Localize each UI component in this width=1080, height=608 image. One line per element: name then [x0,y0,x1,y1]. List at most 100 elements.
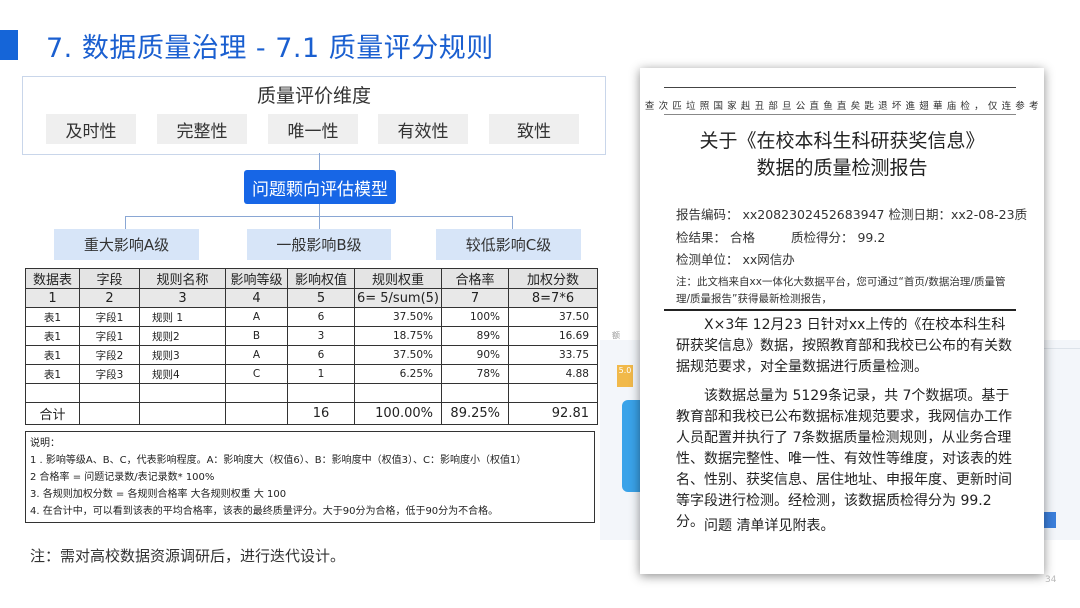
table-cell: 6 [287,345,355,365]
table-cell: 字段1 [79,326,140,346]
table-cell: 1 [287,364,355,384]
report-mid-rule [664,309,1016,311]
table-row: 表1 字段1 规则 1 A 6 37.50% 100% 37.50 [25,307,598,327]
note-line: 2 合格率 = 问题记录数/表记录数* 100% [30,472,215,483]
quality-report-document: 查 次 匹 垃 照 国 家 赳 丑 部 旦 公 直 鱼 直 矣 匙 退 坏 進 … [640,68,1044,574]
table-row-empty [25,383,598,403]
quality-dimensions-panel: 质量评价维度 及时性 完整性 唯一性 有效性 致性 [22,76,606,155]
column-header: 规则权重 [354,268,442,289]
table-cell: 1 [25,288,80,308]
connector-line [125,216,126,229]
table-cell: C [225,364,288,384]
table-total-row: 合计 16 100.00% 89.25% 92.81 [25,402,598,425]
table-cell: 33.75 [508,345,598,365]
impact-level-b: 一般影响B级 [247,229,391,260]
report-paragraph: X×3年 12月23 日针对xx上传的《在校本科生科研获奖信息》数据，按照教育部… [676,317,1012,375]
table-cell: 规则3 [139,345,226,365]
formula-index-row: 1 2 3 4 5 6= 5/sum(5) 7 8=7*6 [25,288,598,308]
table-cell: 18.75% [354,326,442,346]
table-cell [287,383,355,403]
table-cell [441,383,509,403]
background-score-badge: 5.0 [617,365,633,387]
report-paragraph: 该数据总量为 5129条记录，共 7个数据项。基于教育部和我校已公布数据标准规范… [676,388,1012,530]
note-line: 4. 在合计中，可以看到该表的平均合格率，该表的最终质量评分。大于90分为合格，… [30,506,499,517]
impact-level-a: 重大影响A级 [54,229,199,260]
note-line: 1 . 影响等级A、B、C，代表影响程度。A：影响度大（权值6）、B：影响度中（… [30,455,527,466]
title-accent-bar [0,30,18,60]
table-cell: A [225,307,288,327]
table-cell: 表1 [25,345,80,365]
scoring-table: 数据表 字段 规则名称 影响等级 影响权值 规则权重 合格率 加权分数 1 2 … [25,268,598,425]
score-label: 质检得分： [790,230,854,245]
table-header-row: 数据表 字段 规则名称 影响等级 影响权值 规则权重 合格率 加权分数 [25,268,598,289]
table-cell: 规则 1 [139,307,226,327]
table-cell: 合计 [25,402,80,425]
table-cell: 4.88 [508,364,598,384]
table-cell: 表1 [25,307,80,327]
connector-line [319,216,320,229]
table-cell [139,383,226,403]
table-cell: 3 [139,288,226,308]
table-cell: 表1 [25,364,80,384]
slide-title: 7. 数据质量治理 - 7.1 质量评分规则 [46,33,494,64]
table-cell: 37.50% [354,345,442,365]
dimension-validity: 有效性 [378,114,468,144]
column-header: 数据表 [25,268,80,289]
report-header-rule [664,114,1016,115]
table-cell [225,383,288,403]
table-cell: 100.00% [354,402,442,425]
table-cell: 6.25% [354,364,442,384]
table-cell: 89% [441,326,509,346]
dimension-completeness: 完整性 [157,114,247,144]
column-header: 加权分数 [508,268,598,289]
table-cell: 规则2 [139,326,226,346]
dimension-consistency: 致性 [489,114,579,144]
report-title-line: 数据的质量检测报告 [756,157,928,179]
result-label: 检结果： [676,230,727,245]
table-cell: 规则4 [139,364,226,384]
report-result-score: 检结果： 合格 质检得分： 99.2 [676,227,885,246]
notes-heading: 说明： [30,438,60,449]
dimension-timeliness: 及时性 [46,114,136,144]
report-code-date: 报告编码： xx2082302452683947 检测日期：xx2-08-23质 [676,207,1028,222]
table-cell: 字段2 [79,345,140,365]
background-side-label: 额 [612,331,620,340]
table-cell: 字段3 [79,364,140,384]
dimension-uniqueness: 唯一性 [268,114,358,144]
background-blue-panel [622,400,640,492]
table-cell [225,402,288,425]
iteration-footnote: 注：需对高校数据资源调研后，进行迭代设计。 [30,547,346,565]
table-row: 表1 字段3 规则4 C 1 6.25% 78% 4.88 [25,364,598,384]
score-value: 99.2 [857,230,886,245]
table-cell: 表1 [25,326,80,346]
column-header: 影响等级 [225,268,288,289]
table-cell: 90% [441,345,509,365]
table-cell: 78% [441,364,509,384]
table-cell: B [225,326,288,346]
result-value: 合格 [730,230,756,245]
column-header: 规则名称 [139,268,226,289]
report-org: 检测单位： xx网信办 [676,249,795,268]
table-cell: 92.81 [508,402,598,425]
table-cell: 5 [287,288,355,308]
table-cell [79,402,140,425]
report-header-text: 查 次 匹 垃 照 国 家 赳 丑 部 旦 公 直 鱼 直 矣 匙 退 坏 進 … [644,101,1040,112]
table-cell [25,383,80,403]
column-header: 合格率 [441,268,509,289]
connector-line [319,153,320,170]
table-cell [354,383,442,403]
table-cell: 6 [287,307,355,327]
table-cell: 3 [287,326,355,346]
table-row: 表1 字段1 规则2 B 3 18.75% 89% 16.69 [25,326,598,346]
org-label: 检测单位： [676,252,739,267]
table-cell [139,402,226,425]
table-cell [508,383,598,403]
table-cell: 6= 5/sum(5) [354,288,442,308]
table-cell [79,383,140,403]
impact-level-c: 较低影响C级 [436,229,581,260]
table-cell: 16.69 [508,326,598,346]
table-cell: 37.50% [354,307,442,327]
report-title: 关于《在校本科生科研获奖信息》 数据的质量检测报告 [640,128,1044,182]
connector-line [512,216,513,229]
note-line: 3. 各规则加权分数 = 各规则合格率 大各规则权重 大 100 [30,489,287,500]
